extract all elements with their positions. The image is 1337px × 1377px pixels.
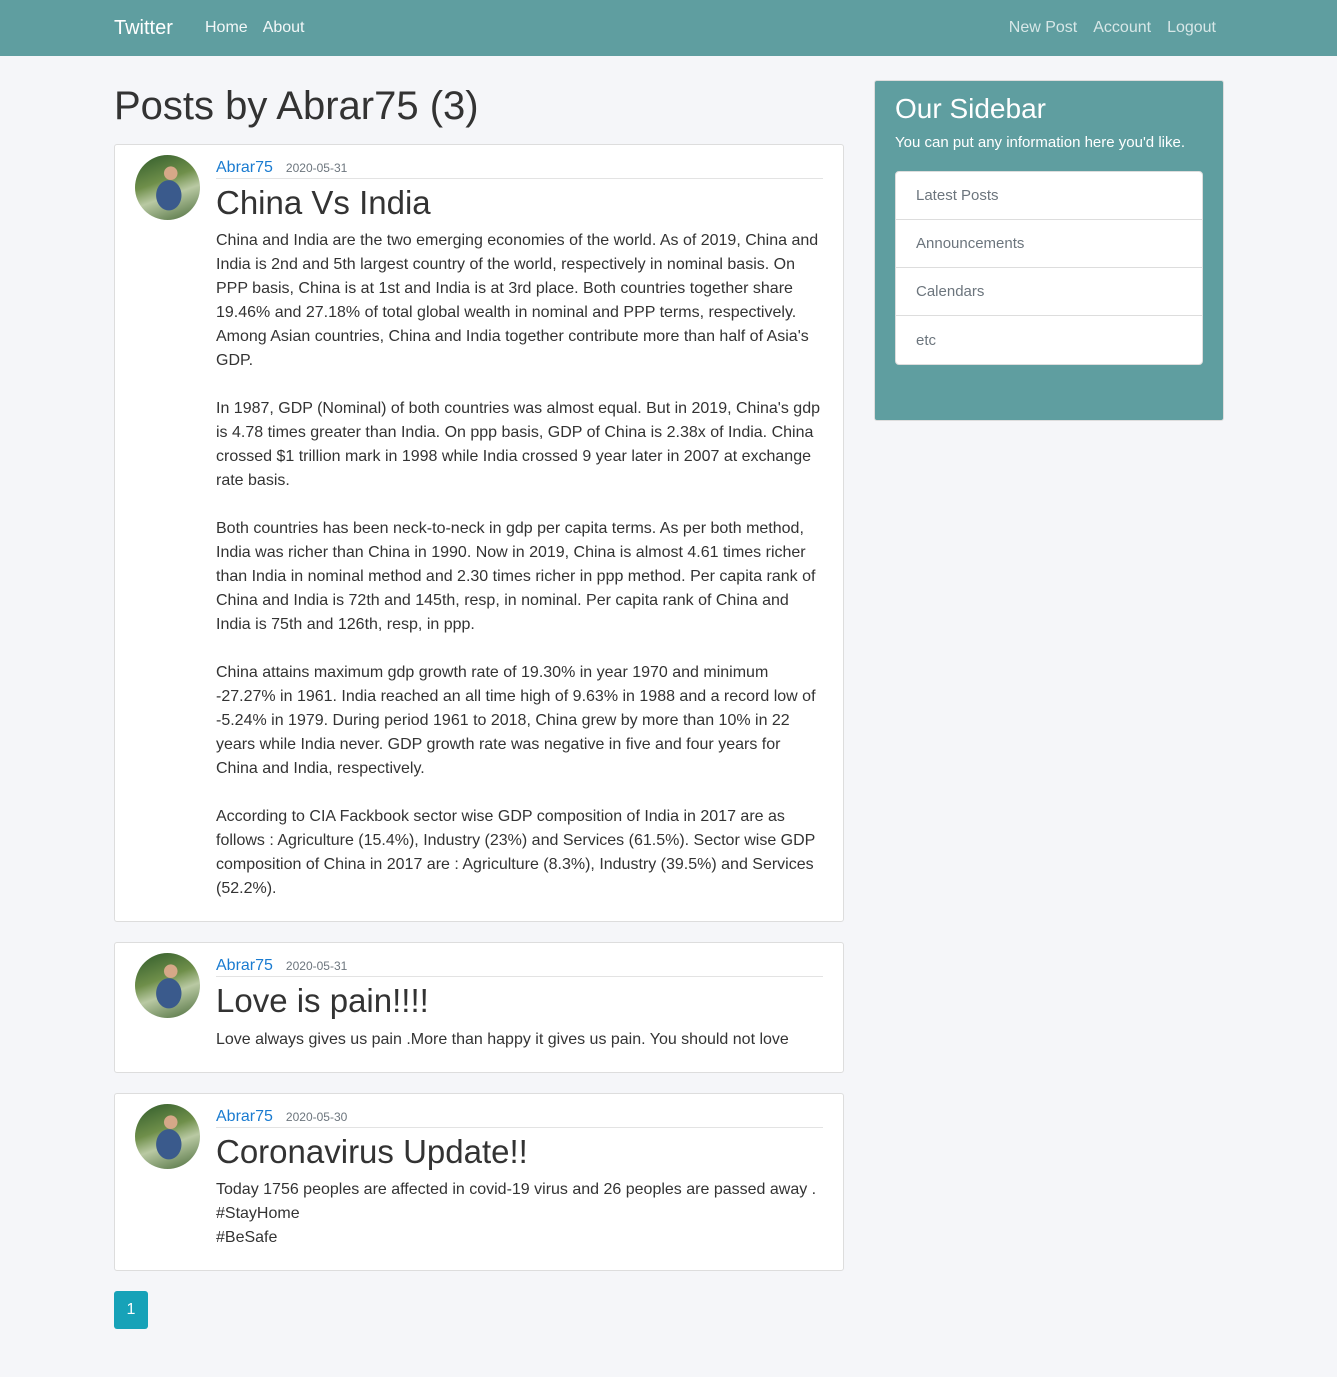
post-title-link[interactable]: China Vs India bbox=[216, 184, 823, 221]
post-author-link[interactable]: Abrar75 bbox=[216, 159, 273, 177]
post-card: Abrar75 2020-05-30 Coronavirus Update!! … bbox=[114, 1092, 844, 1271]
sidebar-description: You can put any information here you'd l… bbox=[895, 134, 1185, 151]
sidebar-item-etc[interactable]: etc bbox=[896, 316, 1202, 364]
sidebar-item-latest-posts[interactable]: Latest Posts bbox=[896, 172, 1202, 220]
post-meta: Abrar75 2020-05-30 bbox=[216, 1108, 823, 1128]
posts-column: Abrar75 2020-05-31 China Vs India China … bbox=[114, 144, 844, 1329]
sidebar-item-calendars[interactable]: Calendars bbox=[896, 268, 1202, 316]
pagination: 1 bbox=[114, 1290, 844, 1329]
sidebar-list: Latest Posts Announcements Calendars etc bbox=[895, 171, 1203, 365]
nav-account-link[interactable]: Account bbox=[1093, 19, 1151, 37]
post-title-link[interactable]: Coronavirus Update!! bbox=[216, 1133, 823, 1170]
top-navbar: Twitter Home About New Post Account Logo… bbox=[0, 0, 1337, 56]
post-content: China and India are the two emerging eco… bbox=[216, 232, 820, 898]
page-title: Posts by Abrar75 (3) bbox=[114, 84, 479, 128]
post-card: Abrar75 2020-05-31 Love is pain!!!! Love… bbox=[114, 942, 844, 1073]
nav-logout-link[interactable]: Logout bbox=[1167, 19, 1216, 37]
nav-new-post-link[interactable]: New Post bbox=[1009, 19, 1077, 37]
nav-right: New Post Account Logout bbox=[1009, 19, 1216, 37]
nav-home-link[interactable]: Home bbox=[205, 19, 248, 37]
nav-left: Home About bbox=[205, 19, 305, 37]
post-title-link[interactable]: Love is pain!!!! bbox=[216, 982, 823, 1019]
author-avatar bbox=[135, 155, 200, 220]
nav-about-link[interactable]: About bbox=[263, 19, 305, 37]
sidebar-title: Our Sidebar bbox=[895, 93, 1046, 124]
brand-logo[interactable]: Twitter bbox=[114, 17, 173, 40]
author-avatar bbox=[135, 953, 200, 1019]
page-1-button[interactable]: 1 bbox=[114, 1290, 148, 1329]
post-date: 2020-05-31 bbox=[285, 959, 348, 974]
post-content: Today 1756 peoples are affected in covid… bbox=[216, 1180, 817, 1246]
post-date: 2020-05-31 bbox=[285, 161, 348, 175]
sidebar: Our Sidebar You can put any information … bbox=[874, 80, 1224, 421]
post-content: Love always gives us pain .More than hap… bbox=[216, 1030, 789, 1048]
sidebar-item-announcements[interactable]: Announcements bbox=[896, 220, 1202, 268]
post-card: Abrar75 2020-05-31 China Vs India China … bbox=[114, 144, 844, 923]
post-meta: Abrar75 2020-05-31 bbox=[216, 957, 823, 978]
post-author-link[interactable]: Abrar75 bbox=[216, 1108, 273, 1126]
post-date: 2020-05-30 bbox=[285, 1109, 348, 1124]
post-meta: Abrar75 2020-05-31 bbox=[216, 159, 823, 179]
author-avatar bbox=[135, 1103, 200, 1169]
post-author-link[interactable]: Abrar75 bbox=[216, 957, 273, 975]
